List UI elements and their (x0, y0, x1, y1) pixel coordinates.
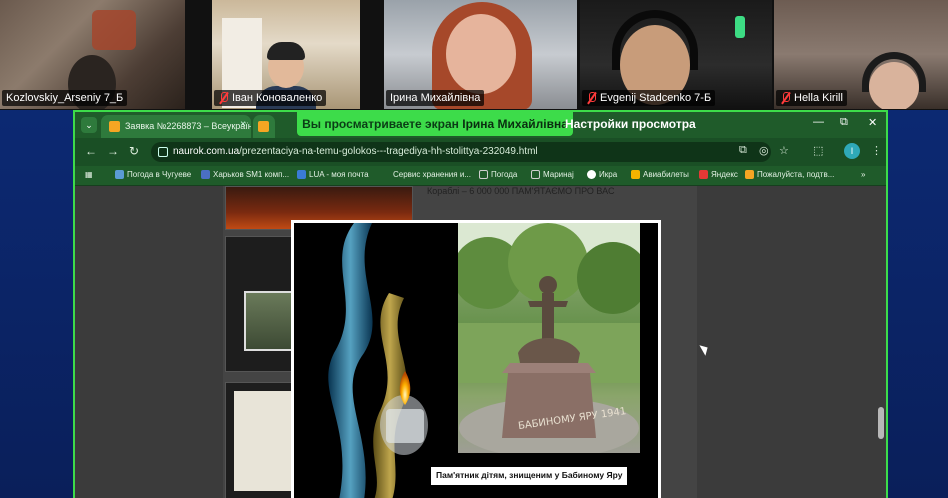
bookmark-folder[interactable]: Маринај (531, 170, 574, 179)
presentation-slide[interactable]: БАБИНОМУ ЯРУ 1941 Пам'ятник дітям, знище… (291, 220, 661, 498)
bookmark-icon (201, 170, 210, 179)
bookmark-item[interactable]: Яндекс (699, 170, 738, 179)
star-icon[interactable]: ☆ (779, 144, 789, 157)
screen-share-banner: Вы просматриваете экран Ірина Михайлівна (297, 112, 573, 136)
participant-tile[interactable]: Evgenij Stadcenko 7-Б (580, 0, 772, 109)
monument-illustration: БАБИНОМУ ЯРУ 1941 (458, 223, 640, 453)
folder-icon (531, 170, 540, 179)
url-input[interactable]: naurok.com.ua/prezentaciya-na-temu-golok… (151, 142, 771, 162)
tab-search-icon[interactable]: ⌄ (81, 117, 97, 133)
bookmarks-bar: ▦ Погода в Чугуеве Харьков SM1 комп... L… (75, 166, 886, 186)
thumbnail-image (234, 391, 294, 491)
slide-caption: Пам'ятник дітям, знищеним у Бабиному Яру (431, 467, 628, 485)
bookmarks-overflow-icon[interactable]: » (861, 170, 865, 179)
extensions-icon[interactable]: ⬚ (813, 144, 823, 157)
slide-canvas: БАБИНОМУ ЯРУ 1941 Пам'ятник дітям, знище… (294, 223, 658, 498)
flame-illustration (328, 223, 428, 498)
bookmark-item[interactable]: Сервис хранения и... (393, 170, 471, 179)
participant-name: Ірина Михайлівна (386, 90, 485, 106)
folder-icon (479, 170, 488, 179)
background-object (735, 16, 745, 38)
favicon-icon (109, 121, 120, 132)
participant-name: Evgenij Stadcenko 7-Б (582, 90, 716, 106)
bookmark-item[interactable]: Пожалуйста, подтв... (745, 170, 834, 179)
forward-icon[interactable]: → (107, 144, 119, 158)
bookmark-icon (297, 170, 306, 179)
monument-photo: БАБИНОМУ ЯРУ 1941 (458, 223, 640, 453)
tab-close-icon[interactable]: × (240, 119, 246, 130)
bookmark-icon (745, 170, 754, 179)
page-text: Кораблі – 6 000 000 ПАМ'ЯТАЄМО ПРО ВАС (427, 186, 615, 196)
avatar[interactable]: I (844, 143, 860, 159)
mic-off-icon (218, 92, 229, 104)
participant-name: Іван Коноваленко (214, 90, 327, 106)
participant-video (446, 14, 516, 94)
favicon-icon (258, 121, 269, 132)
bookmark-item[interactable]: Погода в Чугуеве (115, 170, 191, 179)
participant-tile[interactable]: Ірина Михайлівна (384, 0, 577, 109)
mic-off-icon (780, 92, 791, 104)
participant-name: Hella Kirill (776, 90, 847, 106)
minimize-icon[interactable]: — (813, 116, 824, 128)
participant-video (267, 42, 305, 60)
memorial-candle-image (294, 223, 456, 498)
close-window-icon[interactable]: ✕ (868, 116, 877, 129)
site-info-icon[interactable] (158, 147, 168, 157)
participant-tile[interactable]: Іван Коноваленко (212, 0, 360, 109)
participant-strip: Kozlovskiy_Arseniy 7_Б Іван Коноваленко … (0, 0, 948, 110)
back-icon[interactable]: ← (85, 144, 97, 158)
plane-icon (631, 170, 640, 179)
shared-screen[interactable]: ⌄ Заявка №2268873 – Всеукраїн... × Вы пр… (73, 110, 888, 498)
scrollbar[interactable] (878, 192, 884, 492)
participant-name: Kozlovskiy_Arseniy 7_Б (2, 90, 128, 106)
background-object (92, 10, 136, 50)
bookmark-item[interactable]: Харьков SM1 комп... (201, 170, 289, 179)
scrollbar-thumb[interactable] (878, 407, 884, 439)
bookmark-item[interactable]: Икра (587, 170, 617, 179)
address-bar-row: ← → ↻ naurok.com.ua/prezentaciya-na-temu… (75, 138, 886, 166)
apps-icon[interactable]: ▦ (85, 170, 93, 179)
menu-icon[interactable]: ⋮ (871, 144, 882, 157)
install-icon[interactable]: ⧉ (739, 144, 747, 157)
maximize-icon[interactable]: ⧉ (840, 116, 848, 129)
globe-icon (587, 170, 596, 179)
browser-tab-bar: ⌄ Заявка №2268873 – Всеукраїн... × Вы пр… (75, 112, 886, 138)
mic-off-icon (586, 92, 597, 104)
reload-icon[interactable]: ↻ (129, 144, 139, 158)
bookmark-item[interactable]: LUA - моя почта (297, 170, 369, 179)
bookmark-folder[interactable]: Погода (479, 170, 517, 179)
yandex-icon (699, 170, 708, 179)
browser-tab[interactable] (253, 115, 275, 138)
bookmark-icon (115, 170, 124, 179)
view-settings-button[interactable]: Настройки просмотра (565, 117, 696, 131)
eye-off-icon[interactable]: ◎ (759, 144, 769, 157)
browser-tab[interactable]: Заявка №2268873 – Всеукраїн... × (101, 115, 251, 138)
participant-tile[interactable]: Kozlovskiy_Arseniy 7_Б (0, 0, 185, 109)
headphones (862, 52, 926, 92)
participant-tile[interactable]: Hella Kirill (774, 0, 948, 109)
bookmark-item[interactable]: Авиабилеты (631, 170, 689, 179)
page-content[interactable]: Кораблі – 6 000 000 ПАМ'ЯТАЄМО ПРО ВАС Б… (75, 186, 886, 498)
